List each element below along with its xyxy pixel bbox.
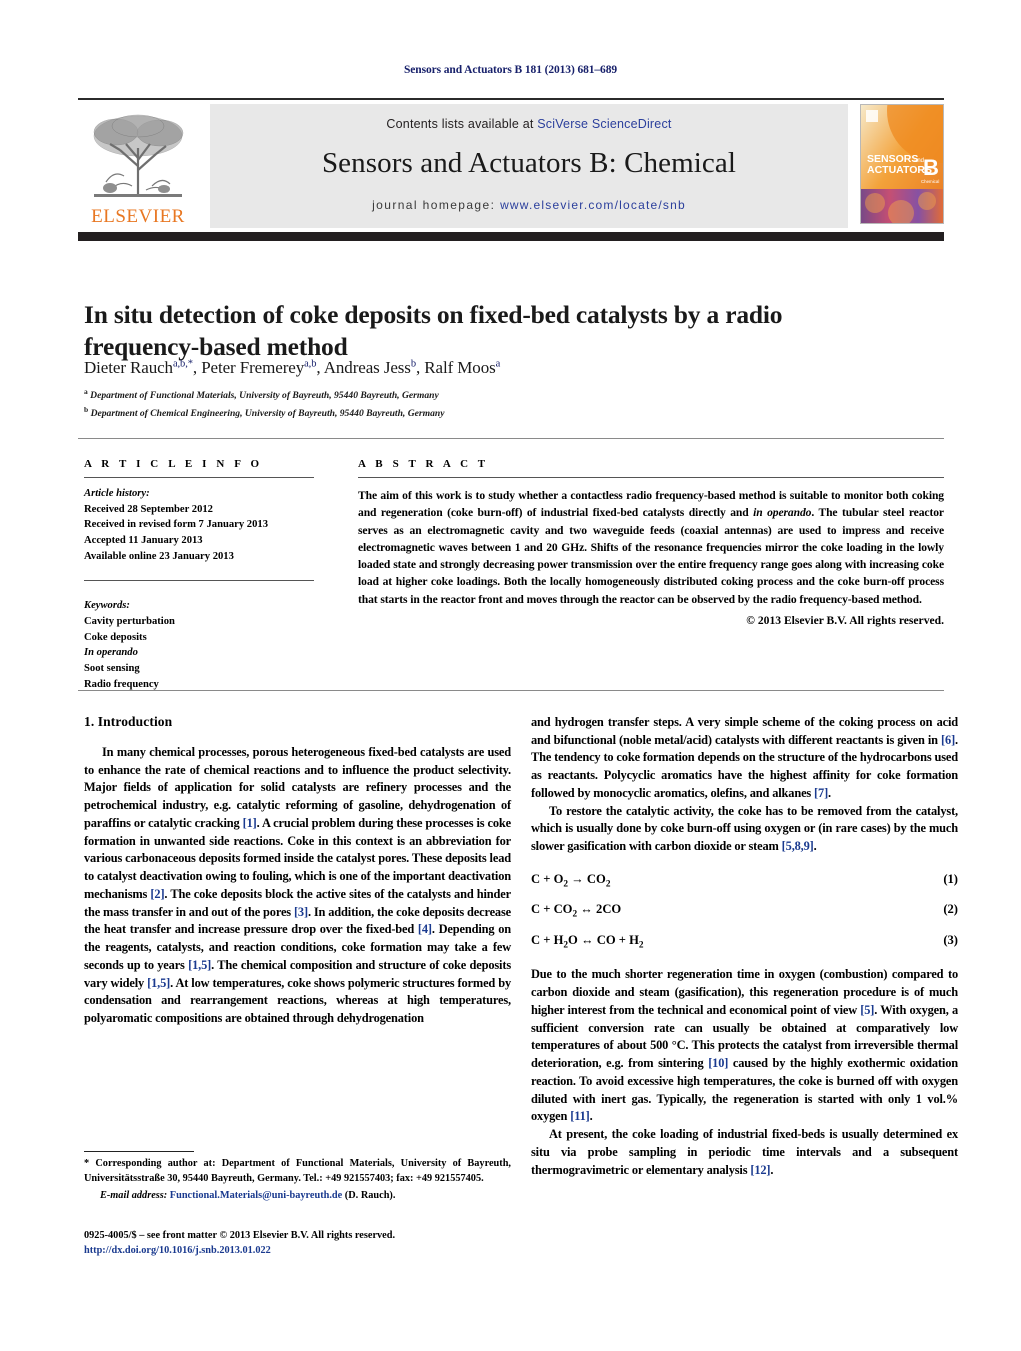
journal-title: Sensors and Actuators B: Chemical [321, 147, 737, 179]
equation-formula: C + CO2 ↔ 2CO [531, 902, 622, 920]
elsevier-wordmark: ELSEVIER [91, 206, 185, 227]
issn-line: 0925-4005/$ – see front matter © 2013 El… [84, 1230, 396, 1241]
article-info-column: A R T I C L E I N F O Article history: R… [84, 458, 314, 692]
abstract-heading: A B S T R A C T [358, 458, 489, 470]
paragraph: At present, the coke loading of industri… [531, 1127, 958, 1177]
affiliation-b-marker: b [84, 404, 89, 414]
body-column-right: and hydrogen transfer steps. A very simp… [531, 714, 958, 1179]
abstract-rule [358, 477, 944, 478]
running-head: Sensors and Actuators B 181 (2013) 681–6… [403, 64, 618, 76]
equation-number: (1) [943, 871, 958, 886]
paragraph: To restore the catalytic activity, the c… [531, 803, 958, 854]
doi-link[interactable]: http://dx.doi.org/10.1016/j.snb.2013.01.… [84, 1243, 534, 1258]
history-item: Received in revised form 7 January 2013 [84, 519, 268, 531]
affiliations: a Department of Functional Materials, Un… [84, 386, 884, 421]
equation-number: (2) [943, 902, 958, 917]
contents-available-line: Contents lists available at SciVerse Sci… [386, 117, 671, 131]
equation-row: C + H2O ↔ CO + H2 (3) [531, 933, 958, 951]
history-item: Received 28 September 2012 [84, 503, 213, 515]
sciencedirect-link[interactable]: SciVerse ScienceDirect [537, 117, 671, 131]
article-info-rule [84, 477, 314, 478]
journal-cover-art: SENSORS and ACTUATORS B Chemical [861, 105, 943, 223]
affiliation-a: a Department of Functional Materials, Un… [84, 386, 884, 404]
cover-letter: B [923, 155, 939, 180]
elsevier-tree-icon [93, 114, 184, 197]
email-link[interactable]: Functional.Materials@uni-bayreuth.de [170, 1190, 342, 1201]
keyword-item: In operando [84, 647, 138, 659]
equation-number: (3) [943, 932, 958, 947]
email-label: E-mail address: [100, 1189, 168, 1201]
keywords-label: Keywords: [84, 600, 130, 612]
footnote-block: * Corresponding author at: Department of… [84, 1157, 511, 1203]
journal-homepage-link[interactable]: www.elsevier.com/locate/snb [500, 198, 686, 212]
keywords-block: Keywords: Cavity perturbation Coke depos… [84, 598, 314, 692]
paper-page: Sensors and Actuators B 181 (2013) 681–6… [0, 0, 1021, 1351]
affiliation-b-text: Department of Chemical Engineering, Univ… [90, 407, 445, 419]
section-heading-introduction: 1. Introduction [84, 714, 173, 729]
keyword-item: Soot sensing [84, 663, 140, 675]
abstract-copyright: © 2013 Elsevier B.V. All rights reserved… [746, 613, 944, 627]
corresponding-author-text: Corresponding author at: Department of F… [84, 1158, 511, 1184]
paragraph: and hydrogen transfer steps. A very simp… [531, 715, 958, 800]
elsevier-logo: ELSEVIER [78, 104, 198, 228]
imprint-block: 0925-4005/$ – see front matter © 2013 El… [84, 1228, 534, 1259]
page-title: In situ detection of coke deposits on fi… [84, 300, 783, 362]
journal-band: Contents lists available at SciVerse Sci… [210, 104, 848, 228]
abstract-text: The aim of this work is to study whether… [358, 489, 944, 606]
homepage-prefix: journal homepage: [372, 198, 501, 212]
affiliation-a-text: Department of Functional Materials, Univ… [90, 390, 439, 402]
equation-row: C + CO2 ↔ 2CO (2) [531, 902, 958, 920]
keywords-rule [84, 580, 314, 582]
equation-formula: C + O2 → CO2 [531, 871, 611, 890]
affiliation-a-marker: a [84, 387, 88, 396]
affiliation-b: b Department of Chemical Engineering, Un… [84, 404, 884, 422]
article-history-label: Article history: [84, 488, 150, 499]
info-zone-bottom-rule [78, 690, 944, 691]
article-info-heading: A R T I C L E I N F O [84, 458, 263, 470]
journal-masthead: ELSEVIER Contents lists available at Sci… [78, 104, 944, 228]
history-item: Available online 23 January 2013 [84, 550, 234, 562]
keyword-item: Coke deposits [84, 631, 147, 643]
abstract-column: A B S T R A C T The aim of this work is … [358, 458, 944, 627]
paragraph: Due to the much shorter regeneration tim… [531, 967, 958, 1124]
footnote-rule [84, 1151, 194, 1152]
author-list: Dieter Raucha,b,*, Peter Fremereya,b, An… [84, 358, 501, 377]
email-suffix: (D. Rauch). [342, 1189, 396, 1201]
paragraph: In many chemical processes, porous heter… [84, 745, 512, 1026]
journal-homepage-line: journal homepage: www.elsevier.com/locat… [372, 198, 686, 212]
header-top-rule [78, 98, 944, 100]
header-thick-rule [78, 232, 944, 241]
body-column-left: 1. Introduction In many chemical process… [84, 714, 511, 1028]
journal-cover-thumbnail: SENSORS and ACTUATORS B Chemical [860, 104, 944, 224]
keyword-item: Cavity perturbation [84, 616, 175, 628]
cover-letter-sub: Chemical [921, 179, 939, 184]
contents-prefix: Contents lists available at [386, 117, 538, 131]
email-line: E-mail address: Functional.Materials@uni… [84, 1189, 511, 1204]
history-item: Accepted 11 January 2013 [84, 535, 203, 547]
equation-row: C + O2 → CO2 (1) [531, 872, 958, 890]
info-zone-top-rule [78, 438, 944, 439]
equation-formula: C + H2O ↔ CO + H2 [531, 932, 644, 951]
article-history-block: Article history: Received 28 September 2… [84, 486, 314, 564]
